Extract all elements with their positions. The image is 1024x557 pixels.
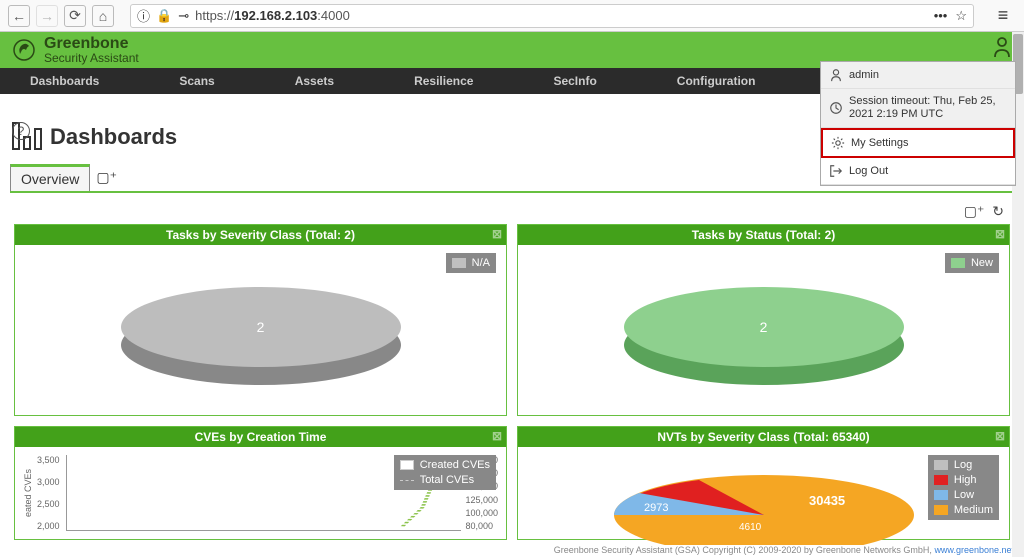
reset-button[interactable]: ↻ (992, 203, 1004, 219)
lock-warning-icon: 🔒 (156, 8, 172, 24)
user-dropdown-menu: admin Session timeout: Thu, Feb 25, 2021… (820, 61, 1016, 186)
chart-legend: Log High Low Medium (928, 455, 999, 520)
tab-overview[interactable]: Overview (10, 164, 90, 191)
key-icon: ⊸ (178, 8, 189, 24)
pie-chart[interactable]: 2 (624, 275, 904, 385)
pie-chart[interactable]: 2 (121, 275, 401, 385)
bookmark-icon[interactable]: ☆ (955, 8, 967, 24)
panel-title: CVEs by Creation Time (195, 430, 327, 444)
legend-item: N/A (472, 257, 490, 269)
y-axis-left: 3,5003,0002,5002,000 (37, 455, 62, 531)
footer-link[interactable]: www.greenbone.net (934, 545, 1014, 555)
dashboard-actions: ▢⁺ ↻ (10, 199, 1014, 224)
legend-item: Total CVEs (420, 474, 474, 486)
user-menu-my-settings[interactable]: My Settings (821, 128, 1015, 158)
pie-chart[interactable]: 30435 2973 4610 (609, 455, 919, 545)
page-title: Dashboards (50, 124, 177, 150)
legend-item: Low (954, 489, 974, 501)
panel-nvts-severity: NVTs by Severity Class (Total: 65340) ⊠ L… (517, 426, 1010, 540)
close-panel-icon[interactable]: ⊠ (995, 429, 1005, 443)
panel-cves-time: CVEs by Creation Time ⊠ eated CVEs 3,5003… (14, 426, 507, 540)
close-panel-icon[interactable]: ⊠ (492, 227, 502, 241)
panel-title: Tasks by Status (Total: 2) (692, 228, 836, 242)
url-bar[interactable]: ⓘ 🔒 ⊸ https://192.168.2.103:4000 ••• ☆ (130, 4, 974, 28)
clock-icon (829, 101, 843, 115)
forward-button[interactable]: → (36, 5, 58, 27)
brand-subtitle: Security Assistant (44, 52, 139, 64)
legend-item: High (954, 474, 977, 486)
pie-label: 30435 (809, 493, 845, 508)
my-settings-label: My Settings (851, 137, 908, 149)
add-tab-button[interactable]: ▢⁺ (96, 169, 117, 186)
pie-label: 4610 (739, 522, 762, 533)
chart-legend: Created CVEs Total CVEs (394, 455, 496, 490)
panel-tasks-severity: Tasks by Severity Class (Total: 2)⊠ N/A … (14, 224, 507, 416)
pie-label: 2 (257, 319, 265, 335)
user-menu-username-row: admin (821, 62, 1015, 89)
nav-resilience[interactable]: Resilience (414, 74, 473, 88)
chart-legend: New (945, 253, 999, 273)
nav-dashboards[interactable]: Dashboards (30, 74, 99, 88)
logo[interactable]: Greenbone Security Assistant (12, 36, 139, 64)
hamburger-menu-button[interactable]: ≡ (990, 3, 1016, 29)
chart-legend: N/A (446, 253, 496, 273)
nav-configuration[interactable]: Configuration (677, 74, 756, 88)
reload-button[interactable]: ⟳ (64, 5, 86, 27)
user-menu-logout[interactable]: Log Out (821, 158, 1015, 185)
greenbone-logo-icon (12, 38, 36, 62)
brand-name: Greenbone (44, 36, 139, 52)
person-icon (829, 68, 843, 82)
footer: Greenbone Security Assistant (GSA) Copyr… (554, 545, 1014, 555)
legend-item: New (971, 257, 993, 269)
nav-scans[interactable]: Scans (179, 74, 214, 88)
legend-item: Medium (954, 504, 993, 516)
nav-assets[interactable]: Assets (295, 74, 334, 88)
ellipsis-icon[interactable]: ••• (934, 8, 948, 23)
add-widget-button[interactable]: ▢⁺ (964, 203, 985, 219)
help-icon[interactable]: ? (12, 122, 30, 140)
session-label: Session timeout: Thu, Feb 25, 2021 2:19 … (849, 95, 1007, 121)
user-menu-session-row: Session timeout: Thu, Feb 25, 2021 2:19 … (821, 89, 1015, 128)
browser-toolbar: ← → ⟳ ⌂ ⓘ 🔒 ⊸ https://192.168.2.103:4000… (0, 0, 1024, 32)
logout-label: Log Out (849, 165, 888, 177)
close-panel-icon[interactable]: ⊠ (995, 227, 1005, 241)
panel-title: NVTs by Severity Class (Total: 65340) (657, 430, 869, 444)
panel-tasks-status: Tasks by Status (Total: 2) ⊠ New 2 (517, 224, 1010, 416)
info-icon: ⓘ (137, 6, 150, 25)
gear-icon (831, 136, 845, 150)
nav-secinfo[interactable]: SecInfo (553, 74, 596, 88)
pie-label: 2 (760, 319, 768, 335)
back-button[interactable]: ← (8, 5, 30, 27)
username-label: admin (849, 69, 879, 81)
home-button[interactable]: ⌂ (92, 5, 114, 27)
logout-icon (829, 164, 843, 178)
url-text: https://192.168.2.103:4000 (195, 8, 350, 23)
legend-item: Created CVEs (420, 459, 490, 471)
y-axis-label: eated CVEs (23, 469, 33, 517)
pie-label: 2973 (644, 502, 668, 514)
close-panel-icon[interactable]: ⊠ (492, 429, 502, 443)
user-menu-button[interactable] (992, 36, 1012, 64)
panel-title: Tasks by Severity Class (Total: 2) (166, 228, 355, 242)
legend-item: Log (954, 459, 972, 471)
